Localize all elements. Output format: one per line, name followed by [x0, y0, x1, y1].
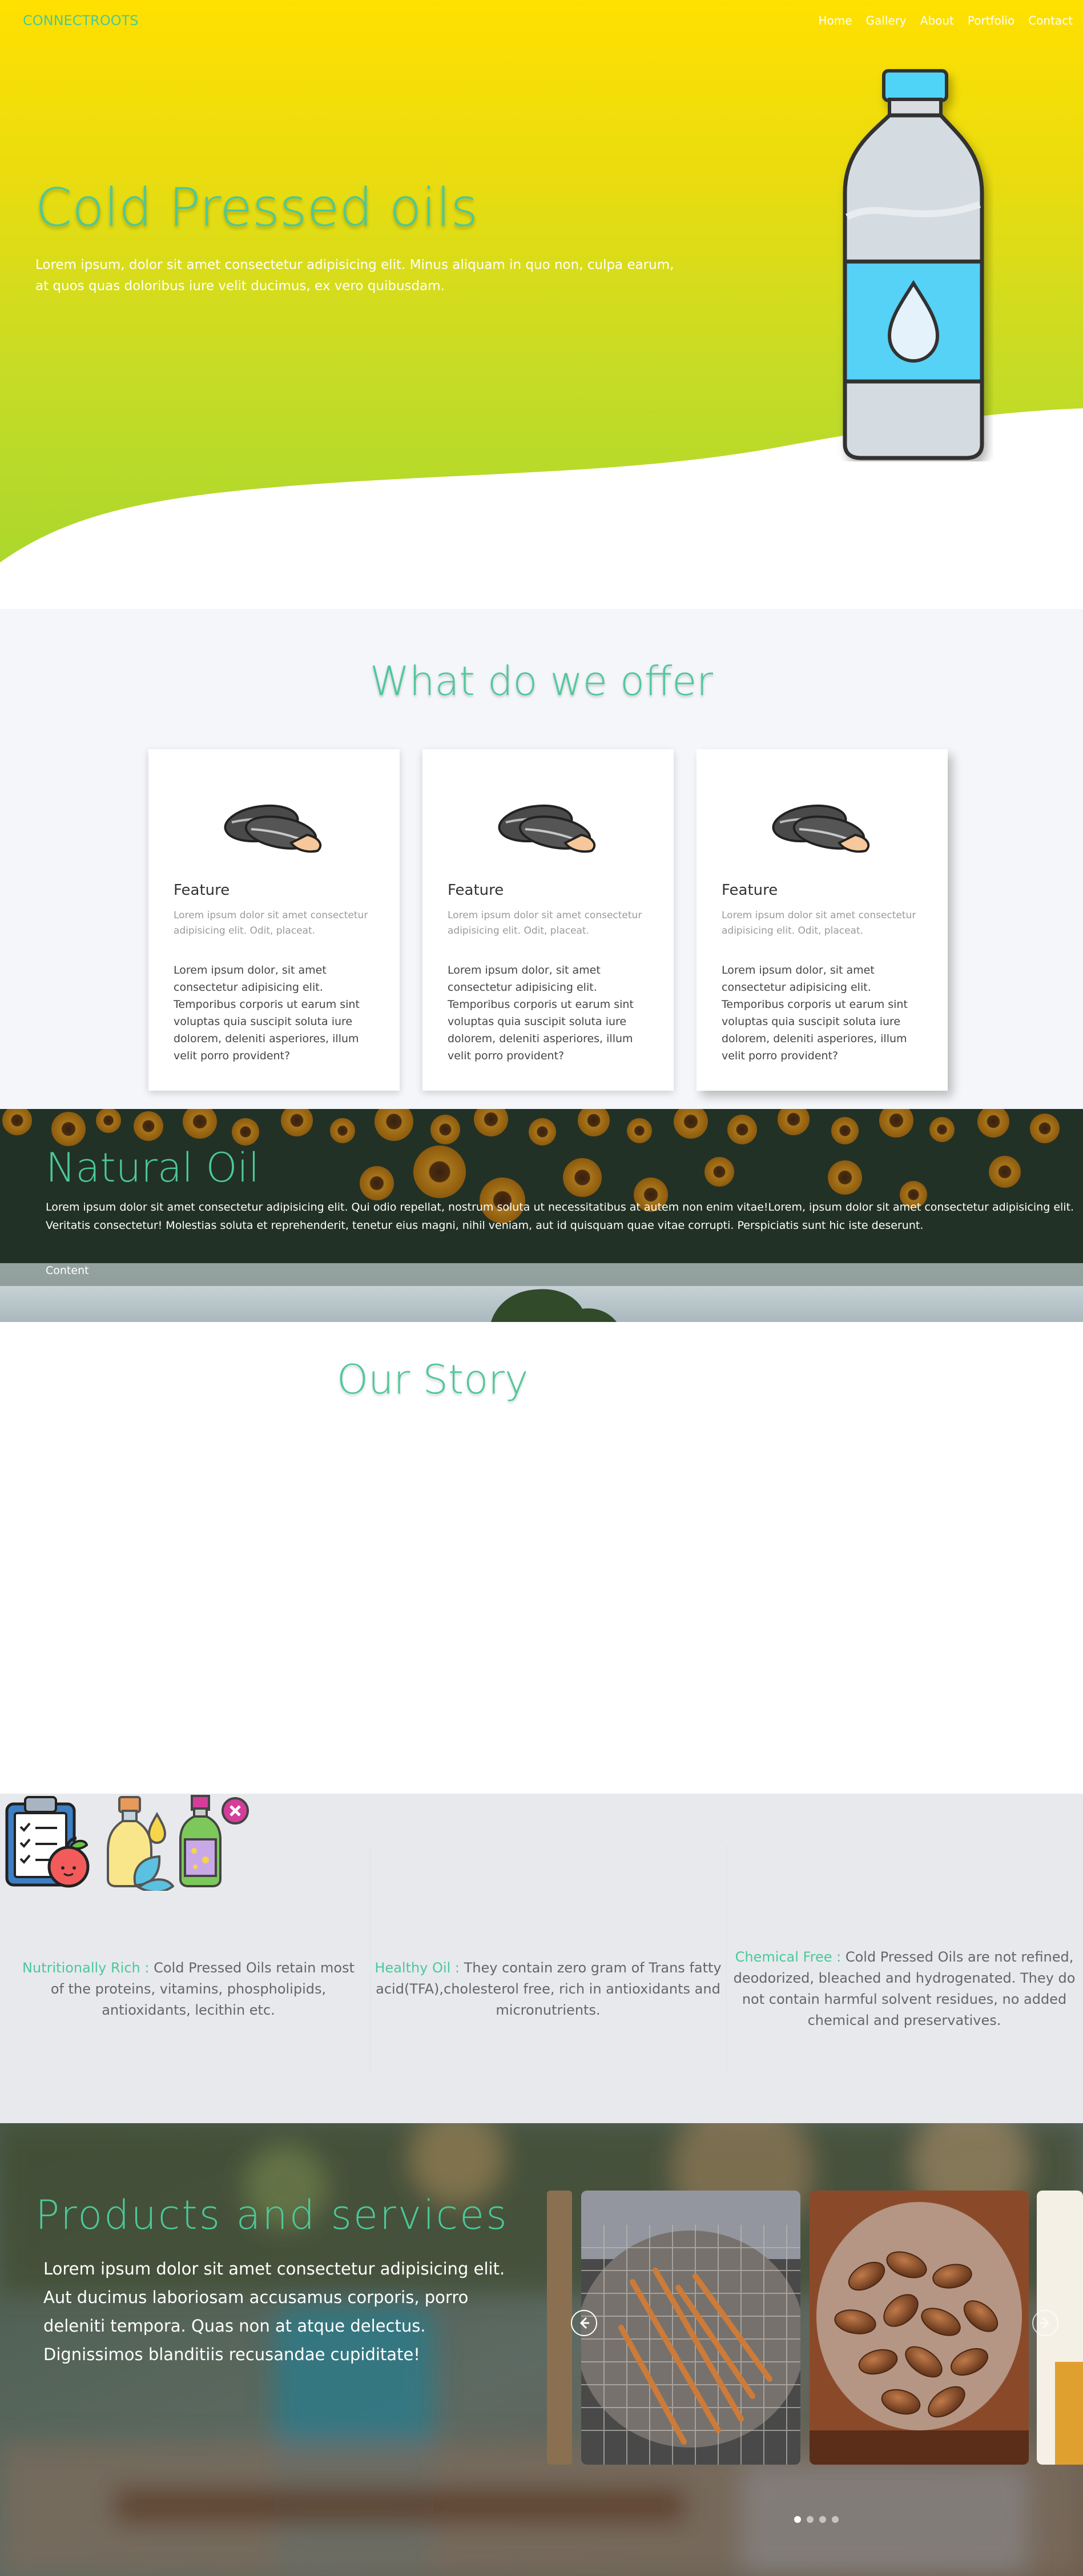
- nav-link-about[interactable]: About: [920, 14, 954, 27]
- column-divider: [370, 1845, 371, 2073]
- feature-card-body: Lorem ipsum dolor, sit amet consectetur …: [174, 964, 360, 1062]
- natural-oil-section: Natural Oil Lorem ipsum dolor sit amet c…: [0, 1109, 1083, 1322]
- column-divider: [726, 1845, 727, 2073]
- products-section: Products and services Lorem ipsum dolor …: [0, 2123, 1083, 2576]
- arrow-left-icon: [579, 2317, 589, 2329]
- oil-bottle-leaves-icon: [107, 1796, 175, 1893]
- benefit-healthy-oil: Healthy Oil : They contain zero gram of …: [374, 1958, 722, 2021]
- carousel-indicators: [794, 2516, 839, 2523]
- benefit-highlight: Chemical Free :: [735, 1949, 842, 1965]
- feature-card-title: Feature: [722, 882, 778, 899]
- feature-card: Feature Lorem ipsum dolor sit amet conse…: [422, 749, 674, 1091]
- hero-title: Cold Pressed oils: [35, 177, 478, 238]
- chemical-bottle-icon: [179, 1795, 249, 1887]
- offer-section: What do we offer Feature Lorem ipsum dol…: [0, 609, 1083, 1109]
- nav-link-home[interactable]: Home: [818, 14, 852, 27]
- sunflower-seeds-icon: [772, 804, 870, 853]
- carousel-prev-button[interactable]: [571, 2310, 597, 2336]
- sunflower-seeds-icon: [498, 804, 596, 853]
- carousel-next-button[interactable]: [1032, 2310, 1058, 2336]
- feature-card-subtitle: Lorem ipsum dolor sit amet consectetur a…: [448, 910, 642, 937]
- natural-oil-title: Natural Oil: [46, 1144, 260, 1191]
- water-bottle-illustration: [843, 69, 984, 460]
- carousel-dot[interactable]: [819, 2516, 826, 2523]
- hero-section: CONNECTROOTS Home Gallery About Portfoli…: [0, 0, 1083, 609]
- arrow-right-icon: [1040, 2317, 1050, 2329]
- feature-card-subtitle: Lorem ipsum dolor sit amet consectetur a…: [722, 910, 916, 937]
- benefits-section: Nutritionally Rich : Cold Pressed Oils r…: [0, 1794, 1083, 2123]
- carousel-dot[interactable]: [832, 2516, 839, 2523]
- nav-link-portfolio[interactable]: Portfolio: [968, 14, 1014, 27]
- benefit-chemical-free: Chemical Free : Cold Pressed Oils are no…: [733, 1947, 1076, 2031]
- nav-links: Home Gallery About Portfolio Contact: [804, 14, 1073, 27]
- benefit-highlight: Healthy Oil :: [375, 1960, 460, 1976]
- feature-card: Feature Lorem ipsum dolor sit amet conse…: [148, 749, 400, 1091]
- feature-card-body: Lorem ipsum dolor, sit amet consectetur …: [448, 964, 634, 1062]
- content-tab[interactable]: Content: [46, 1264, 89, 1277]
- benefit-highlight: Nutritionally Rich :: [22, 1960, 150, 1976]
- top-navbar: CONNECTROOTS Home Gallery About Portfoli…: [0, 0, 1083, 41]
- feature-card-title: Feature: [448, 882, 504, 899]
- almonds-jar-image: [810, 2191, 1029, 2465]
- our-story-section: Our Story: [0, 1322, 1083, 1794]
- products-text: Lorem ipsum dolor sit amet consectetur a…: [43, 2259, 505, 2364]
- product-carousel[interactable]: [547, 2191, 1083, 2465]
- products-title: Products and services: [35, 2192, 509, 2239]
- brand-logo[interactable]: CONNECTROOTS: [23, 13, 139, 29]
- benefit-nutritionally-rich: Nutritionally Rich : Cold Pressed Oils r…: [17, 1958, 360, 2021]
- carousel-dot[interactable]: [807, 2516, 814, 2523]
- frying-food-image: [581, 2191, 800, 2465]
- feature-card-body: Lorem ipsum dolor, sit amet consectetur …: [722, 964, 908, 1062]
- offer-title: What do we offer: [369, 658, 714, 705]
- feature-card: Feature Lorem ipsum dolor sit amet conse…: [696, 749, 948, 1091]
- sunflower-seeds-icon: [224, 804, 322, 853]
- carousel-dot[interactable]: [794, 2516, 801, 2523]
- carousel-slides: [547, 2191, 1083, 2465]
- nav-link-gallery[interactable]: Gallery: [866, 14, 907, 27]
- feature-card-subtitle: Lorem ipsum dolor sit amet consectetur a…: [174, 910, 368, 937]
- natural-oil-text: Lorem ipsum dolor sit amet consectetur a…: [46, 1201, 1074, 1232]
- our-story-title: Our Story: [337, 1356, 529, 1403]
- hero-text: Lorem ipsum, dolor sit amet consectetur …: [35, 258, 674, 294]
- nav-link-contact[interactable]: Contact: [1028, 14, 1073, 27]
- feature-card-title: Feature: [174, 882, 230, 899]
- clipboard-apple-icon: [5, 1796, 90, 1888]
